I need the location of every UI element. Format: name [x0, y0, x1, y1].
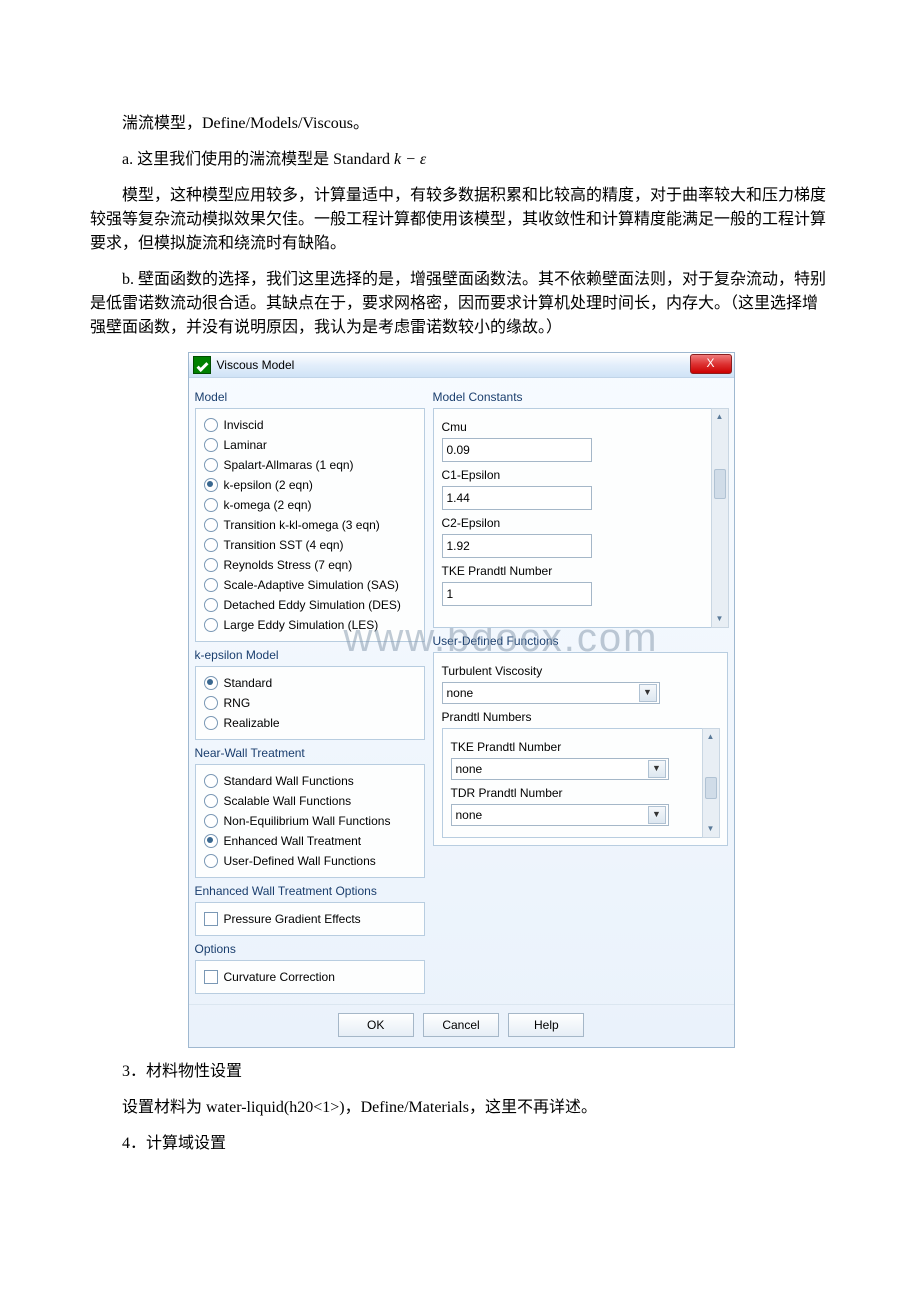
radio-ke-rng[interactable]: RNG — [204, 693, 416, 713]
radio-nw-userdef[interactable]: User-Defined Wall Functions — [204, 851, 416, 871]
const-cmu-label: Cmu — [442, 418, 719, 436]
const-c1eps-label: C1-Epsilon — [442, 466, 719, 484]
udf-turbvisc-label: Turbulent Viscosity — [442, 662, 719, 680]
udf-turbvisc-dropdown[interactable]: none ▼ — [442, 682, 660, 704]
close-button[interactable]: X — [690, 354, 732, 374]
prandtl-tdr-dropdown[interactable]: none ▼ — [451, 804, 669, 826]
p2-text: a. 这里我们使用的湍流模型是 Standard — [122, 151, 394, 168]
title-bar: Viscous Model X — [189, 353, 734, 378]
group-nearwall-label: Near-Wall Treatment — [195, 744, 425, 762]
group-udf-label: User-Defined Functions — [433, 632, 728, 650]
cancel-button[interactable]: Cancel — [423, 1013, 499, 1037]
group-constants: Cmu 0.09 C1-Epsilon 1.44 C2-Epsilon 1.92… — [433, 408, 728, 628]
radio-ke-realizable[interactable]: Realizable — [204, 713, 416, 733]
const-cmu-input[interactable]: 0.09 — [442, 438, 592, 462]
formula-k-epsilon: k − ε — [394, 151, 426, 168]
label-pressure-gradient: Pressure Gradient Effects — [224, 910, 361, 928]
group-options-label: Options — [195, 940, 425, 958]
radio-transition-sst[interactable]: Transition SST (4 eqn) — [204, 535, 416, 555]
radio-nw-noneq[interactable]: Non-Equilibrium Wall Functions — [204, 811, 416, 831]
prandtl-tke-value: none — [456, 760, 483, 778]
label-k-omega: k-omega (2 eqn) — [224, 496, 312, 514]
check-pressure-gradient[interactable]: Pressure Gradient Effects — [204, 909, 416, 929]
group-prandtl-label: Prandtl Numbers — [442, 708, 719, 726]
check-curvature-correction[interactable]: Curvature Correction — [204, 967, 416, 987]
radio-nw-standard[interactable]: Standard Wall Functions — [204, 771, 416, 791]
radio-spalart-allmaras[interactable]: Spalart-Allmaras (1 eqn) — [204, 455, 416, 475]
app-icon — [193, 356, 211, 374]
paragraph-7: 4．计算域设置 — [90, 1132, 830, 1156]
radio-laminar[interactable]: Laminar — [204, 435, 416, 455]
label-laminar: Laminar — [224, 436, 267, 454]
group-kepsilon-label: k-epsilon Model — [195, 646, 425, 664]
label-ke-realizable: Realizable — [224, 714, 280, 732]
prandtl-tke-dropdown[interactable]: none ▼ — [451, 758, 669, 780]
group-model: Inviscid Laminar Spalart-Allmaras (1 eqn… — [195, 408, 425, 642]
paragraph-6: 设置材料为 water-liquid(h20<1>)，Define/Materi… — [90, 1096, 830, 1120]
paragraph-2: a. 这里我们使用的湍流模型是 Standard k − ε — [90, 148, 830, 172]
label-nw-userdef: User-Defined Wall Functions — [224, 852, 376, 870]
label-sas: Scale-Adaptive Simulation (SAS) — [224, 576, 399, 594]
ok-button[interactable]: OK — [338, 1013, 414, 1037]
label-nw-standard: Standard Wall Functions — [224, 772, 354, 790]
label-curvature-correction: Curvature Correction — [224, 968, 335, 986]
label-nw-noneq: Non-Equilibrium Wall Functions — [224, 812, 391, 830]
radio-sas[interactable]: Scale-Adaptive Simulation (SAS) — [204, 575, 416, 595]
chevron-down-icon: ▼ — [639, 684, 657, 702]
radio-des[interactable]: Detached Eddy Simulation (DES) — [204, 595, 416, 615]
const-tkepr-input[interactable]: 1 — [442, 582, 592, 606]
prandtl-scrollbar[interactable] — [702, 728, 720, 838]
group-prandtl: TKE Prandtl Number none ▼ TDR Prandtl Nu… — [442, 728, 719, 838]
paragraph-3: 模型，这种模型应用较多，计算量适中，有较多数据积累和比较高的精度，对于曲率较大和… — [90, 184, 830, 256]
udf-turbvisc-value: none — [447, 684, 474, 702]
group-udf: Turbulent Viscosity none ▼ Prandtl Numbe… — [433, 652, 728, 846]
radio-transition-kklomega[interactable]: Transition k-kl-omega (3 eqn) — [204, 515, 416, 535]
radio-k-omega[interactable]: k-omega (2 eqn) — [204, 495, 416, 515]
const-c1eps-input[interactable]: 1.44 — [442, 486, 592, 510]
viscous-model-dialog: Viscous Model X www.bdocx.com Model Invi… — [188, 352, 733, 1048]
constants-scrollbar[interactable] — [711, 408, 729, 628]
prandtl-tdr-label: TDR Prandtl Number — [451, 784, 710, 802]
chevron-down-icon: ▼ — [648, 760, 666, 778]
label-transition-sst: Transition SST (4 eqn) — [224, 536, 344, 554]
prandtl-tdr-value: none — [456, 806, 483, 824]
radio-ke-standard[interactable]: Standard — [204, 673, 416, 693]
label-les: Large Eddy Simulation (LES) — [224, 616, 379, 634]
radio-inviscid[interactable]: Inviscid — [204, 415, 416, 435]
label-transition-kklomega: Transition k-kl-omega (3 eqn) — [224, 516, 380, 534]
paragraph-1: 湍流模型，Define/Models/Viscous。 — [90, 112, 830, 136]
prandtl-tke-label: TKE Prandtl Number — [451, 738, 710, 756]
help-button[interactable]: Help — [508, 1013, 584, 1037]
group-ewt-opts-label: Enhanced Wall Treatment Options — [195, 882, 425, 900]
label-reynolds-stress: Reynolds Stress (7 eqn) — [224, 556, 353, 574]
label-ke-rng: RNG — [224, 694, 251, 712]
chevron-down-icon: ▼ — [648, 806, 666, 824]
paragraph-5: 3．材料物性设置 — [90, 1060, 830, 1084]
label-spalart-allmaras: Spalart-Allmaras (1 eqn) — [224, 456, 354, 474]
label-k-epsilon: k-epsilon (2 eqn) — [224, 476, 313, 494]
group-options: Curvature Correction — [195, 960, 425, 994]
group-model-label: Model — [195, 388, 425, 406]
label-inviscid: Inviscid — [224, 416, 264, 434]
label-nw-scalable: Scalable Wall Functions — [224, 792, 352, 810]
radio-reynolds-stress[interactable]: Reynolds Stress (7 eqn) — [204, 555, 416, 575]
const-c2eps-input[interactable]: 1.92 — [442, 534, 592, 558]
group-constants-label: Model Constants — [433, 388, 728, 406]
radio-k-epsilon[interactable]: k-epsilon (2 eqn) — [204, 475, 416, 495]
paragraph-4: b. 壁面函数的选择，我们这里选择的是，增强壁面函数法。其不依赖壁面法则，对于复… — [90, 268, 830, 340]
radio-nw-scalable[interactable]: Scalable Wall Functions — [204, 791, 416, 811]
label-ke-standard: Standard — [224, 674, 273, 692]
label-nw-enhanced: Enhanced Wall Treatment — [224, 832, 362, 850]
label-des: Detached Eddy Simulation (DES) — [224, 596, 401, 614]
group-nearwall: Standard Wall Functions Scalable Wall Fu… — [195, 764, 425, 878]
const-tkepr-label: TKE Prandtl Number — [442, 562, 719, 580]
group-ewt-opts: Pressure Gradient Effects — [195, 902, 425, 936]
radio-les[interactable]: Large Eddy Simulation (LES) — [204, 615, 416, 635]
const-c2eps-label: C2-Epsilon — [442, 514, 719, 532]
dialog-title: Viscous Model — [217, 356, 295, 374]
radio-nw-enhanced[interactable]: Enhanced Wall Treatment — [204, 831, 416, 851]
group-kepsilon: Standard RNG Realizable — [195, 666, 425, 740]
dialog-button-row: OK Cancel Help — [189, 1004, 734, 1047]
